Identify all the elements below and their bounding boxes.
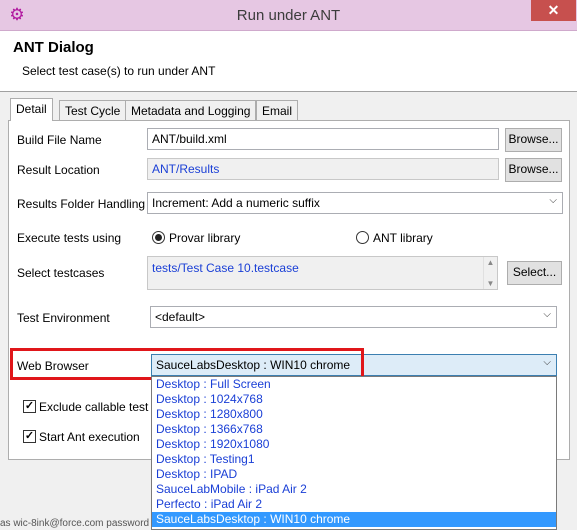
chevron-down-icon: ⌵ <box>543 309 551 320</box>
exclude-callable-checkbox[interactable]: ✓ <box>23 400 36 413</box>
results-folder-label: Results Folder Handling <box>17 197 146 211</box>
result-location-label: Result Location <box>17 163 100 177</box>
scroll-up-icon: ▲ <box>486 258 495 267</box>
browser-option[interactable]: Desktop : 1024x768 <box>152 392 556 407</box>
ant-library-radio[interactable] <box>356 231 369 244</box>
browser-option[interactable]: Desktop : Full Screen <box>152 377 556 392</box>
test-environment-label: Test Environment <box>17 311 110 325</box>
chevron-down-icon: ⌵ <box>543 357 551 368</box>
browser-option[interactable]: Desktop : IPAD <box>152 467 556 482</box>
test-environment-select[interactable]: <default> ⌵ <box>150 306 557 328</box>
chevron-down-icon: ⌵ <box>549 195 557 206</box>
web-browser-dropdown[interactable]: Desktop : Full Screen Desktop : 1024x768… <box>151 376 557 530</box>
browser-option[interactable]: Perfecto : iPad Air 2 <box>152 497 556 512</box>
testcases-list[interactable]: tests/Test Case 10.testcase <box>147 256 498 290</box>
testcases-scrollbar[interactable]: ▲ ▼ <box>483 257 497 289</box>
select-testcases-button[interactable]: Select... <box>507 261 562 285</box>
results-folder-select[interactable]: Increment: Add a numeric suffix ⌵ <box>147 192 563 214</box>
scroll-down-icon: ▼ <box>486 279 495 288</box>
web-browser-select[interactable]: SauceLabsDesktop : WIN10 chrome ⌵ <box>151 354 557 376</box>
browser-option[interactable]: SauceLabMobile : iPad Air 2 <box>152 482 556 497</box>
result-location-browse-button[interactable]: Browse... <box>505 158 562 182</box>
build-file-label: Build File Name <box>17 133 102 147</box>
result-location-field: ANT/Results <box>147 158 499 180</box>
select-testcases-label: Select testcases <box>17 266 105 280</box>
build-file-browse-button[interactable]: Browse... <box>505 128 562 152</box>
start-ant-label: Start Ant execution <box>39 430 140 444</box>
browser-option[interactable]: Desktop : 1920x1080 <box>152 437 556 452</box>
browser-option[interactable]: Desktop : 1280x800 <box>152 407 556 422</box>
browser-option[interactable]: Desktop : 1366x768 <box>152 422 556 437</box>
browser-option[interactable]: Desktop : Testing1 <box>152 452 556 467</box>
results-folder-value: Increment: Add a numeric suffix <box>152 196 320 210</box>
ant-library-label: ANT library <box>373 231 433 245</box>
provar-library-radio[interactable] <box>152 231 165 244</box>
test-environment-value: <default> <box>155 310 206 324</box>
execute-using-label: Execute tests using <box>17 231 122 245</box>
provar-library-label: Provar library <box>169 231 241 245</box>
browser-option-selected[interactable]: SauceLabsDesktop : WIN10 chrome <box>152 512 556 527</box>
start-ant-checkbox[interactable]: ✓ <box>23 430 36 443</box>
web-browser-label: Web Browser <box>17 359 89 373</box>
background-text-fragment: as wic-8ink@force.com password <box>0 518 150 529</box>
web-browser-value: SauceLabsDesktop : WIN10 chrome <box>156 358 351 372</box>
build-file-input[interactable]: ANT/build.xml <box>147 128 499 150</box>
exclude-callable-label: Exclude callable test c <box>39 400 158 414</box>
